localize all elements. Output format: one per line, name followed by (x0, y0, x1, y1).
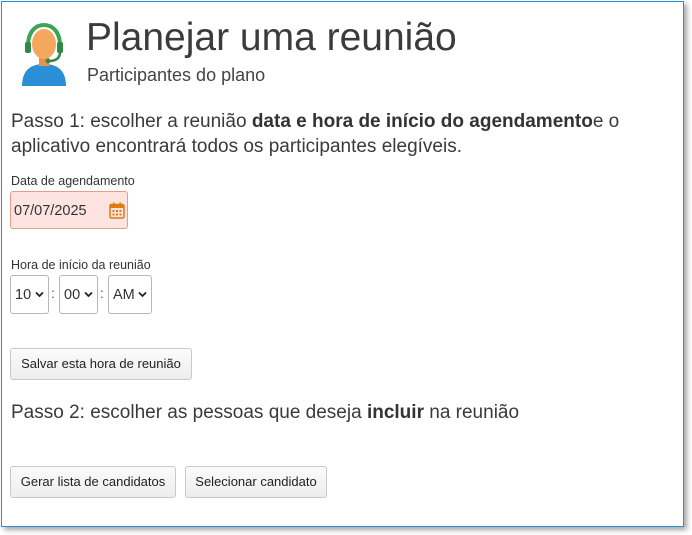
calendar-icon[interactable] (109, 202, 125, 219)
time-separator: : (100, 285, 104, 301)
save-meeting-time-button[interactable]: Salvar esta hora de reunião (10, 348, 192, 380)
start-time-label: Hora de início da reunião (11, 258, 151, 272)
step2-bold: incluir (366, 402, 424, 423)
generate-candidates-button[interactable]: Gerar lista de candidatos (10, 466, 176, 498)
chevron-down-icon (138, 291, 147, 298)
hour-value: 10 (15, 287, 32, 303)
minute-select[interactable]: 00 (59, 275, 98, 314)
page-title: Planejar uma reunião (86, 16, 457, 59)
schedule-date-value: 07/07/2025 (14, 203, 87, 219)
step2-instructions: Passo 2: escolher as pessoas que deseja … (11, 400, 519, 425)
select-candidate-button[interactable]: Selecionar candidato (185, 466, 327, 498)
schedule-date-input[interactable]: 07/07/2025 (10, 191, 128, 229)
step1-bold: data e hora de início do agendamento (251, 111, 593, 132)
step1-instructions: Passo 1: escolher a reunião data e hora … (11, 109, 671, 159)
step2-suffix: na reunião (423, 402, 520, 423)
minute-value: 00 (64, 287, 81, 303)
chevron-down-icon (84, 291, 93, 298)
page-subtitle: Participantes do plano (87, 65, 266, 85)
time-separator: : (51, 285, 55, 301)
schedule-date-label: Data de agendamento (11, 174, 135, 188)
ampm-select[interactable]: AM (108, 275, 152, 314)
chevron-down-icon (35, 291, 44, 298)
step2-prefix: Passo 2: escolher as pessoas que deseja (11, 402, 367, 423)
step1-prefix: Passo 1: escolher a reunião (11, 111, 252, 132)
hour-select[interactable]: 10 (10, 275, 49, 314)
ampm-value: AM (113, 287, 135, 303)
support-agent-headset-icon (22, 22, 66, 86)
